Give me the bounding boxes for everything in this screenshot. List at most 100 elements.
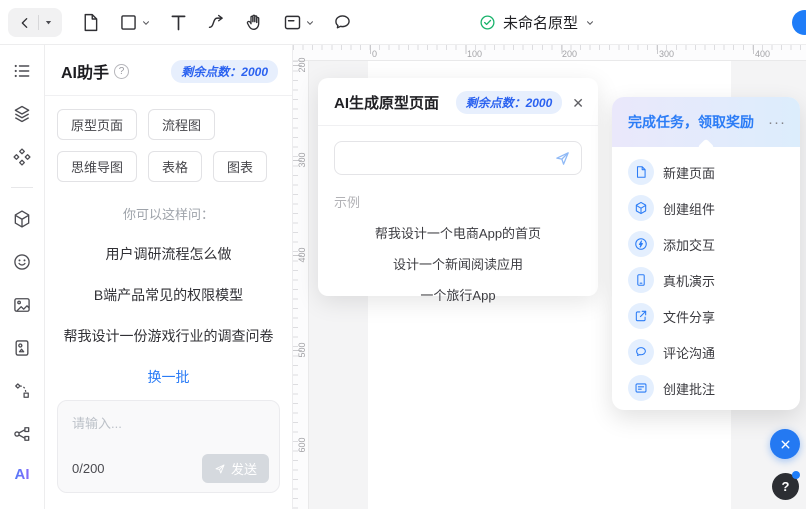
task-label: 创建批注 [663, 379, 715, 398]
frame-caret-icon [305, 18, 315, 28]
ai-help-icon[interactable]: ? [114, 64, 129, 79]
task-item-annotation[interactable]: 创建批注 [612, 370, 800, 406]
category-table-button[interactable]: 表格 [148, 151, 202, 182]
sidebar-divider [11, 187, 33, 188]
examples-label: 示例 [334, 192, 582, 211]
back-divider [38, 15, 39, 30]
ruler-tick-label: 500 [297, 338, 307, 362]
suggestion-item[interactable]: B端产品常见的权限模型 [45, 285, 292, 305]
canvas-area[interactable]: 0 100 200 300 400 200 300 400 500 600 AI… [293, 45, 806, 509]
phone-icon [628, 267, 654, 293]
points-badge: 剩余点数：2000 [171, 60, 278, 83]
ai-assistant-panel: AI助手 ? 剩余点数：2000 原型页面 流程图 思维导图 表格 图表 你可以… [45, 45, 293, 509]
task-item-add-interaction[interactable]: 添加交互 [612, 226, 800, 262]
component-cube-icon [628, 195, 654, 221]
task-label: 评论沟通 [663, 343, 715, 362]
image-icon[interactable] [10, 293, 34, 317]
tasks-title: 完成任务，领取奖励 [628, 112, 754, 132]
share-nodes-icon[interactable] [10, 422, 34, 446]
back-icon[interactable] [17, 15, 33, 31]
tasks-header: 完成任务，领取奖励 ··· [612, 97, 800, 147]
refresh-suggestions-link[interactable]: 换一批 [45, 367, 292, 387]
category-chart-button[interactable]: 图表 [213, 151, 267, 182]
close-icon[interactable]: ✕ [572, 96, 584, 110]
document-title-area[interactable]: 未命名原型 [479, 0, 595, 45]
task-label: 文件分享 [663, 307, 715, 326]
task-item-file-share[interactable]: 文件分享 [612, 298, 800, 334]
left-sidebar: AI [0, 45, 45, 509]
hand-tool-icon[interactable] [244, 12, 265, 33]
comment-bubble-icon [628, 339, 654, 365]
task-label: 新建页面 [663, 163, 715, 182]
category-flowchart-button[interactable]: 流程图 [148, 109, 215, 140]
category-buttons: 原型页面 流程图 思维导图 表格 图表 [45, 96, 292, 182]
category-mindmap-button[interactable]: 思维导图 [57, 151, 137, 182]
ruler-tick-label: 400 [297, 243, 307, 267]
task-label: 真机演示 [663, 271, 715, 290]
task-label: 创建组件 [663, 199, 715, 218]
tasks-reward-panel: 完成任务，领取奖励 ··· 新建页面 创建组件 添加交互 [612, 97, 800, 410]
tool-icon-row [80, 0, 353, 45]
ruler-tick-label: 200 [562, 49, 577, 59]
task-item-create-component[interactable]: 创建组件 [612, 190, 800, 226]
back-button-group[interactable] [8, 8, 62, 37]
ruler-tick-label: 600 [297, 433, 307, 457]
interaction-bolt-icon [628, 231, 654, 257]
component-box-icon[interactable] [10, 207, 34, 231]
top-toolbar: 未命名原型 [0, 0, 806, 45]
new-page-icon [628, 159, 654, 185]
connector-tool-icon[interactable] [206, 12, 227, 33]
example-item[interactable]: 帮我设计一个电商App的首页 [318, 223, 598, 242]
modal-points-badge: 剩余点数：2000 [456, 91, 563, 114]
template-file-icon[interactable] [10, 336, 34, 360]
new-page-icon[interactable] [80, 12, 101, 33]
share-out-icon [628, 303, 654, 329]
chat-input-card: 0/200 发送 [57, 400, 280, 493]
ai-generate-modal: AI生成原型页面 剩余点数：2000 ✕ 示例 帮我设计一个电商App的首页 设… [318, 78, 598, 296]
ai-tools-icon[interactable]: AI [10, 462, 34, 486]
ruler-tick-label: 0 [372, 49, 377, 59]
vector-path-icon[interactable] [10, 379, 34, 403]
help-button[interactable]: ? [772, 473, 799, 500]
ask-hint-label: 你可以这样问： [45, 204, 292, 223]
saved-check-icon [479, 14, 496, 31]
suggestion-item[interactable]: 帮我设计一份游戏行业的调查问卷 [45, 326, 292, 346]
task-item-device-preview[interactable]: 真机演示 [612, 262, 800, 298]
text-tool-icon[interactable] [168, 12, 189, 33]
pages-list-icon[interactable] [10, 59, 34, 83]
prompt-send-icon[interactable] [554, 150, 571, 167]
task-label: 添加交互 [663, 235, 715, 254]
shape-tool-button[interactable] [118, 12, 151, 33]
ruler-tick-label: 300 [659, 49, 674, 59]
user-avatar[interactable] [792, 10, 806, 35]
notification-dot [792, 471, 800, 479]
components-icon[interactable] [10, 145, 34, 169]
chat-input[interactable] [62, 405, 275, 453]
suggestion-item[interactable]: 用户调研流程怎么做 [45, 244, 292, 264]
example-item[interactable]: 一个旅行App [318, 285, 598, 304]
layers-icon[interactable] [10, 102, 34, 126]
more-menu-icon[interactable]: ··· [768, 115, 786, 130]
emoji-icon[interactable] [10, 250, 34, 274]
close-x-icon [779, 438, 792, 451]
ruler-tick-label: 300 [297, 148, 307, 172]
annotation-icon [628, 375, 654, 401]
ruler-tick-label: 200 [297, 53, 307, 77]
close-banner-button[interactable] [770, 429, 800, 459]
document-title: 未命名原型 [503, 12, 578, 33]
send-button[interactable]: 发送 [202, 454, 269, 483]
frame-tool-button[interactable] [282, 12, 315, 33]
shape-caret-icon [141, 18, 151, 28]
title-caret-icon[interactable] [585, 18, 595, 28]
example-item[interactable]: 设计一个新闻阅读应用 [318, 254, 598, 273]
back-menu-caret-icon[interactable] [44, 18, 53, 27]
task-item-comment[interactable]: 评论沟通 [612, 334, 800, 370]
prompt-input[interactable] [345, 151, 554, 166]
ai-panel-title: AI助手 [61, 59, 109, 83]
modal-input-row [334, 141, 582, 175]
comment-tool-icon[interactable] [332, 12, 353, 33]
modal-title: AI生成原型页面 [334, 92, 439, 113]
send-label: 发送 [231, 459, 257, 478]
category-prototype-button[interactable]: 原型页面 [57, 109, 137, 140]
task-item-new-page[interactable]: 新建页面 [612, 154, 800, 190]
